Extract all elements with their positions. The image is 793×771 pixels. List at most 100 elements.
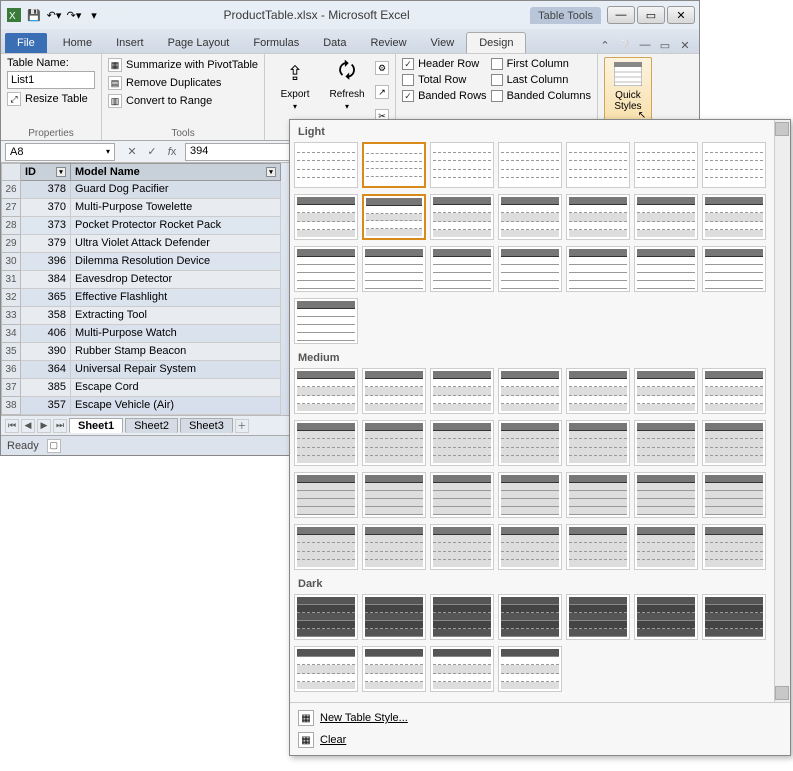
table-style-swatch[interactable]: [362, 646, 426, 692]
table-style-swatch[interactable]: [294, 246, 358, 292]
new-table-style-button[interactable]: ▦ New Table Style...: [292, 707, 788, 729]
filter-dropdown-model[interactable]: ▾: [266, 167, 276, 177]
refresh-button[interactable]: 🗘 Refresh ▾: [323, 57, 371, 127]
table-style-swatch[interactable]: [634, 368, 698, 414]
cell-model[interactable]: Pocket Protector Rocket Pack: [71, 217, 281, 235]
table-style-swatch[interactable]: [294, 594, 358, 640]
table-style-swatch[interactable]: [430, 368, 494, 414]
tab-design[interactable]: Design: [466, 32, 526, 53]
sheet-nav-last[interactable]: ⏭: [53, 419, 67, 433]
cell-id[interactable]: 370: [21, 199, 71, 217]
row-header[interactable]: 35: [1, 343, 21, 361]
scroll-up-icon[interactable]: [775, 122, 789, 136]
sheet-tab-3[interactable]: Sheet3: [180, 418, 233, 433]
table-style-swatch[interactable]: [498, 524, 562, 570]
table-style-swatch[interactable]: [498, 142, 562, 188]
table-style-swatch[interactable]: [362, 368, 426, 414]
cell-id[interactable]: 385: [21, 379, 71, 397]
table-style-swatch[interactable]: [634, 142, 698, 188]
table-style-swatch[interactable]: [634, 194, 698, 240]
table-style-swatch[interactable]: [294, 524, 358, 570]
resize-table-button[interactable]: ⤢ Resize Table: [7, 91, 95, 107]
table-style-swatch[interactable]: [498, 594, 562, 640]
cell-model[interactable]: Dilemma Resolution Device: [71, 253, 281, 271]
table-style-swatch[interactable]: [566, 194, 630, 240]
table-style-swatch[interactable]: [362, 142, 426, 188]
cell-model[interactable]: Multi-Purpose Towelette: [71, 199, 281, 217]
table-style-swatch[interactable]: [702, 594, 766, 640]
sheet-nav-next[interactable]: ▶: [37, 419, 51, 433]
table-style-swatch[interactable]: [498, 246, 562, 292]
cell-id[interactable]: 378: [21, 181, 71, 199]
fx-icon[interactable]: fx: [163, 143, 181, 161]
redo-icon[interactable]: ↷▾: [65, 6, 83, 24]
table-style-swatch[interactable]: [634, 524, 698, 570]
table-style-swatch[interactable]: [702, 246, 766, 292]
convert-range-button[interactable]: ▥Convert to Range: [108, 93, 258, 109]
undo-icon[interactable]: ↶▾: [45, 6, 63, 24]
cell-id[interactable]: 373: [21, 217, 71, 235]
gallery-scrollbar[interactable]: [774, 120, 790, 702]
table-style-swatch[interactable]: [498, 472, 562, 518]
table-style-swatch[interactable]: [362, 594, 426, 640]
table-style-swatch[interactable]: [430, 142, 494, 188]
cell-id[interactable]: 379: [21, 235, 71, 253]
cell-id[interactable]: 384: [21, 271, 71, 289]
mdi-minimize-icon[interactable]: —: [637, 37, 653, 53]
sheet-tab-2[interactable]: Sheet2: [125, 418, 178, 433]
cell-id[interactable]: 390: [21, 343, 71, 361]
insert-sheet-icon[interactable]: ＋: [235, 419, 249, 433]
table-style-swatch[interactable]: [702, 194, 766, 240]
tab-review[interactable]: Review: [358, 33, 418, 53]
save-icon[interactable]: 💾: [25, 6, 43, 24]
table-style-swatch[interactable]: [430, 646, 494, 692]
tab-insert[interactable]: Insert: [104, 33, 156, 53]
mdi-close-icon[interactable]: ✕: [677, 37, 693, 53]
table-style-swatch[interactable]: [566, 594, 630, 640]
clear-style-button[interactable]: ▦ Clear: [292, 729, 788, 751]
cell-id[interactable]: 357: [21, 397, 71, 415]
open-browser-icon[interactable]: ↗: [375, 85, 389, 99]
close-button[interactable]: ✕: [667, 6, 695, 24]
cell-id[interactable]: 365: [21, 289, 71, 307]
name-box[interactable]: A8▾: [5, 143, 115, 161]
cell-id[interactable]: 364: [21, 361, 71, 379]
cell-model[interactable]: Escape Cord: [71, 379, 281, 397]
ext-properties-icon[interactable]: ⚙: [375, 61, 389, 75]
row-header[interactable]: 38: [1, 397, 21, 415]
maximize-button[interactable]: ▭: [637, 6, 665, 24]
table-header-model[interactable]: Model Name▾: [71, 163, 281, 181]
banded-columns-checkbox[interactable]: Banded Columns: [491, 89, 591, 103]
row-header[interactable]: 28: [1, 217, 21, 235]
cell-id[interactable]: 406: [21, 325, 71, 343]
remove-duplicates-button[interactable]: ▤Remove Duplicates: [108, 75, 258, 91]
table-style-swatch[interactable]: [294, 142, 358, 188]
banded-rows-checkbox[interactable]: ✓Banded Rows: [402, 89, 487, 103]
table-style-swatch[interactable]: [294, 298, 358, 344]
table-style-swatch[interactable]: [566, 142, 630, 188]
scroll-down-icon[interactable]: [775, 686, 789, 700]
table-style-swatch[interactable]: [294, 194, 358, 240]
help-icon[interactable]: ❔: [617, 37, 633, 53]
row-header[interactable]: 30: [1, 253, 21, 271]
select-all-corner[interactable]: [1, 163, 21, 181]
cancel-formula-icon[interactable]: ✕: [123, 143, 141, 161]
table-style-swatch[interactable]: [634, 472, 698, 518]
excel-icon[interactable]: X: [5, 6, 23, 24]
total-row-checkbox[interactable]: Total Row: [402, 73, 487, 87]
macro-record-icon[interactable]: ▢: [47, 439, 61, 453]
summarize-pivot-button[interactable]: ▦Summarize with PivotTable: [108, 57, 258, 73]
tab-file[interactable]: File: [5, 33, 47, 53]
cell-model[interactable]: Effective Flashlight: [71, 289, 281, 307]
qat-customize-icon[interactable]: ▾: [85, 6, 103, 24]
cell-model[interactable]: Ultra Violet Attack Defender: [71, 235, 281, 253]
table-style-swatch[interactable]: [430, 524, 494, 570]
table-style-swatch[interactable]: [702, 420, 766, 466]
table-style-swatch[interactable]: [566, 246, 630, 292]
tab-formulas[interactable]: Formulas: [241, 33, 311, 53]
table-style-swatch[interactable]: [566, 472, 630, 518]
table-style-swatch[interactable]: [498, 420, 562, 466]
table-style-swatch[interactable]: [362, 420, 426, 466]
table-style-swatch[interactable]: [566, 368, 630, 414]
table-style-swatch[interactable]: [702, 524, 766, 570]
